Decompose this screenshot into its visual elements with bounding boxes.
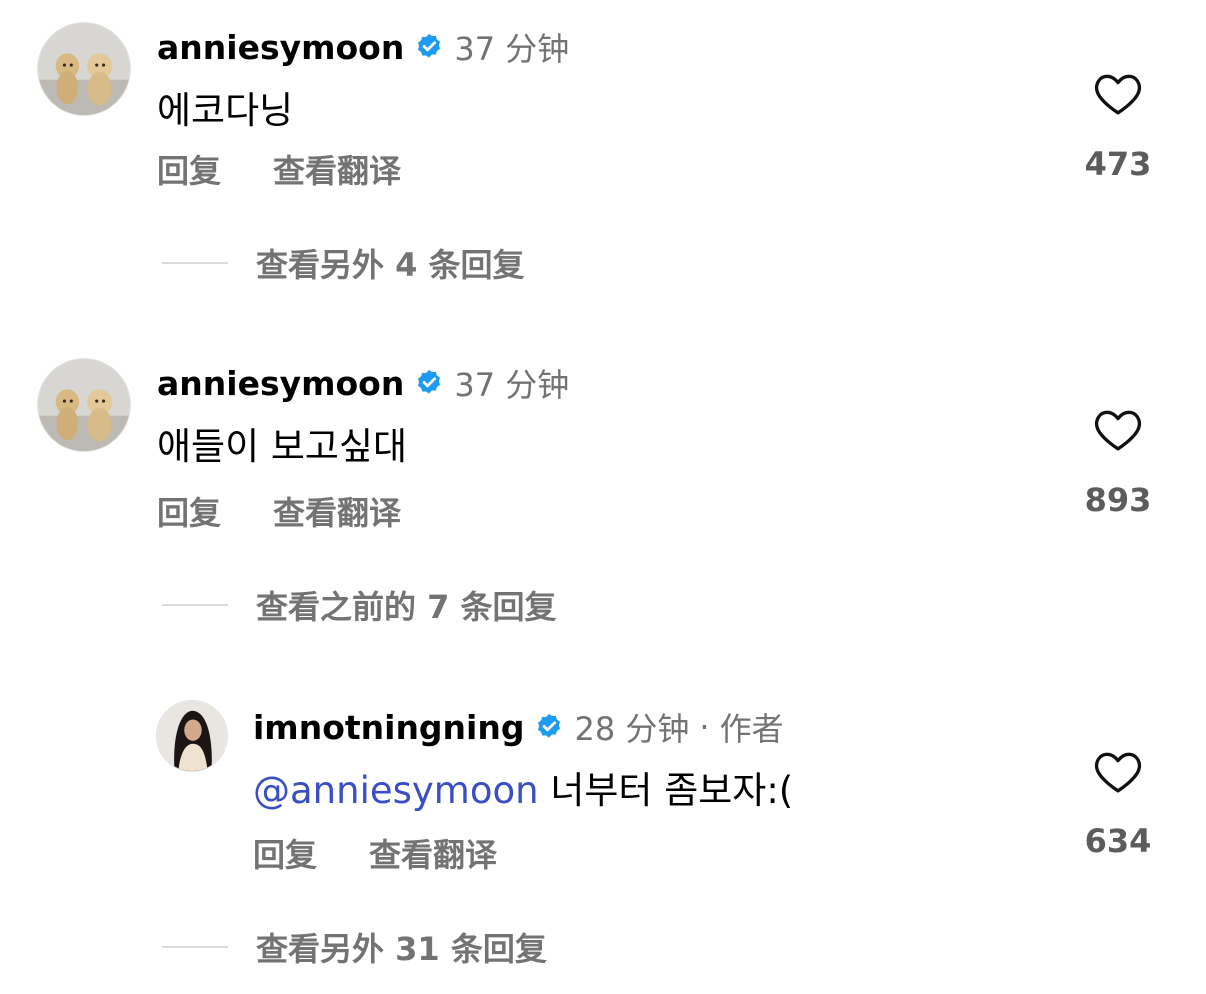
comment-text: 애들이 보고싶대 xyxy=(157,425,408,468)
divider-line xyxy=(162,262,228,264)
divider-line xyxy=(162,946,228,948)
like-count: 634 xyxy=(1084,822,1152,860)
view-replies-label: 查看另外 31 条回复 xyxy=(256,930,547,968)
view-replies-label: 查看之前的 7 条回复 xyxy=(256,588,557,626)
like-control: 634 xyxy=(1078,748,1158,860)
username[interactable]: anniesymoon xyxy=(157,364,404,403)
mention-link[interactable]: @anniesymoon xyxy=(253,769,539,812)
reply-body: 너부터 좀보자:( xyxy=(550,769,794,812)
verified-badge-icon xyxy=(414,368,444,398)
separator-dot: · xyxy=(699,708,710,746)
like-count: 893 xyxy=(1084,481,1152,519)
like-count: 473 xyxy=(1084,145,1152,183)
username[interactable]: anniesymoon xyxy=(157,28,404,67)
reply-button[interactable]: 回复 xyxy=(157,146,221,192)
heart-icon[interactable] xyxy=(1093,748,1143,794)
author-label: 作者 xyxy=(719,710,784,748)
like-control: 893 xyxy=(1078,406,1158,519)
avatar[interactable] xyxy=(156,700,228,772)
comment-time: 37 分钟 xyxy=(454,30,570,68)
view-replies-button[interactable]: 查看另外 31 条回复 xyxy=(162,924,547,970)
username[interactable]: imnotningning xyxy=(253,708,524,747)
comment-time: 37 分钟 xyxy=(454,366,570,404)
see-translation-button[interactable]: 查看翻译 xyxy=(273,488,401,534)
reply-item: imnotningning 28 分钟 · 作者 @anniesymoon 너부… xyxy=(0,680,1206,994)
comment-text: @anniesymoon 너부터 좀보자:( xyxy=(253,760,793,814)
view-replies-button[interactable]: 查看另外 4 条回复 xyxy=(162,240,525,286)
view-replies-button[interactable]: 查看之前的 7 条回复 xyxy=(162,582,557,628)
comment-time: 28 分钟 xyxy=(574,710,690,748)
see-translation-button[interactable]: 查看翻译 xyxy=(273,146,401,192)
like-control: 473 xyxy=(1078,70,1158,183)
heart-icon[interactable] xyxy=(1093,406,1143,452)
avatar[interactable] xyxy=(37,358,131,452)
reply-button[interactable]: 回复 xyxy=(253,830,317,876)
divider-line xyxy=(162,604,228,606)
see-translation-button[interactable]: 查看翻译 xyxy=(369,830,497,876)
comment-item: anniesymoon 37 分钟 에코다닝 回复 查看翻译 473 查看另外 … xyxy=(0,0,1206,300)
verified-badge-icon xyxy=(414,32,444,62)
view-replies-label: 查看另外 4 条回复 xyxy=(256,246,525,284)
heart-icon[interactable] xyxy=(1093,70,1143,116)
comment-text: 에코다닝 xyxy=(157,89,294,132)
comment-item: anniesymoon 37 分钟 애들이 보고싶대 回复 查看翻译 893 查… xyxy=(0,336,1206,636)
reply-button[interactable]: 回复 xyxy=(157,488,221,534)
verified-badge-icon xyxy=(534,712,564,742)
avatar[interactable] xyxy=(37,22,131,116)
